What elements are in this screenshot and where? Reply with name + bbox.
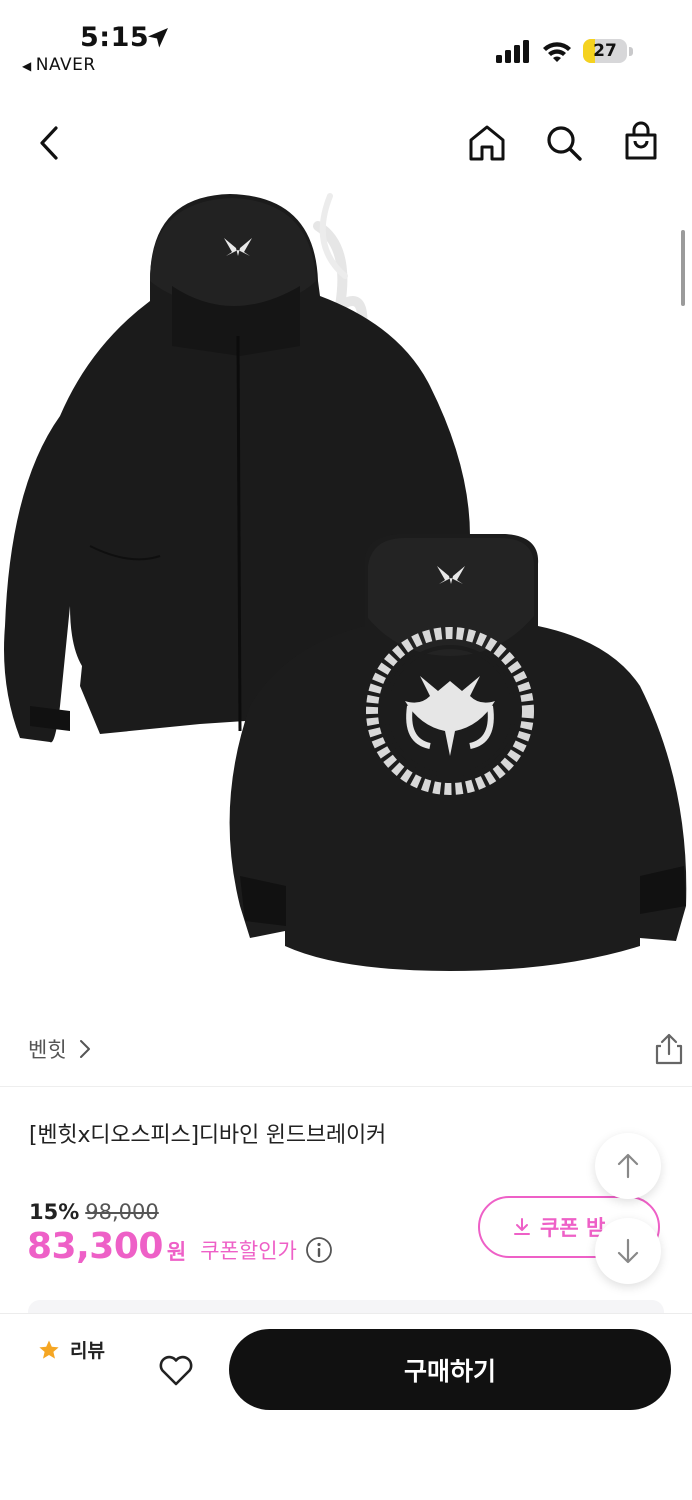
chevron-right-icon [79,1040,90,1058]
scroll-up-button[interactable] [595,1133,661,1199]
back-app-label: NAVER [35,55,96,75]
scrollbar-thumb[interactable] [681,230,685,306]
battery-indicator: 27 [583,39,635,65]
sale-price: 83,300 [27,1226,163,1267]
location-arrow-icon [148,28,168,48]
product-title: [벤힛x디오스피스]디바인 윈드브레이커 [29,1123,387,1148]
cellular-signal-icon [496,40,529,63]
discount-rate: 15% [29,1200,80,1224]
scroll-down-button[interactable] [595,1218,661,1284]
arrow-down-icon [617,1238,639,1264]
currency-unit: 원 [166,1239,187,1264]
search-icon[interactable] [543,122,585,164]
wifi-icon [543,42,571,62]
section-divider [0,1086,692,1087]
back-triangle-icon: ◀ [22,59,32,73]
star-icon [39,1340,59,1359]
info-icon[interactable] [305,1236,333,1264]
coupon-price-label: 쿠폰할인가 [200,1238,297,1263]
discount-row: 15% 98,000 [29,1200,159,1224]
buy-button[interactable]: 구매하기 [229,1329,671,1410]
product-image[interactable] [0,186,692,996]
battery-level: 27 [593,41,617,61]
review-label: 리뷰 [70,1340,105,1362]
brand-link[interactable]: 벤힛 [28,1032,93,1066]
price-row: 83,300 원 쿠폰할인가 [27,1226,333,1267]
arrow-up-icon [617,1153,639,1179]
download-icon [514,1218,530,1235]
shopping-bag-icon[interactable] [620,120,662,162]
status-time: 5:15 [80,22,150,53]
original-price: 98,000 [85,1200,159,1224]
brand-name: 벤힛 [28,1038,67,1062]
home-icon[interactable] [466,122,508,164]
share-icon[interactable] [652,1032,686,1066]
back-to-app-link[interactable]: ◀ NAVER [22,55,96,75]
heart-icon[interactable] [156,1350,196,1390]
coupon-button-label: 쿠폰 받 [540,1216,606,1240]
back-icon[interactable] [30,122,72,164]
review-button[interactable]: 리뷰 [38,1336,105,1363]
